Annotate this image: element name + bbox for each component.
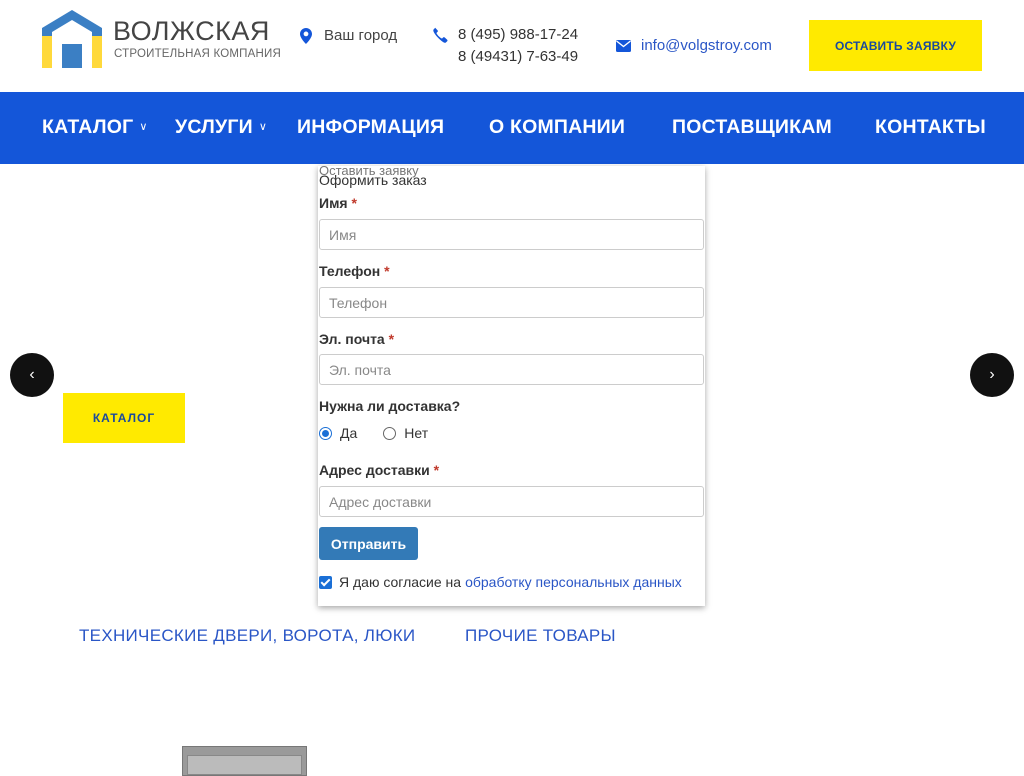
- privacy-policy-link[interactable]: обработку персональных данных: [465, 574, 682, 590]
- nav-item-about[interactable]: О КОМПАНИИ: [489, 116, 625, 139]
- tab-technical-doors[interactable]: ТЕХНИЧЕСКИЕ ДВЕРИ, ВОРОТА, ЛЮКИ: [79, 626, 415, 646]
- phone-block: 8 (495) 988-17-24 8 (49431) 7-63-49: [432, 26, 578, 65]
- tab-other-products[interactable]: ПРОЧИЕ ТОВАРЫ: [465, 626, 616, 646]
- required-mark: *: [384, 263, 390, 279]
- phone-icon: [433, 27, 448, 43]
- nav-item-label: О КОМПАНИИ: [489, 116, 626, 138]
- house-logo-icon[interactable]: [42, 10, 102, 68]
- brand-name[interactable]: ВОЛЖСКАЯ: [113, 16, 270, 47]
- required-mark: *: [433, 462, 440, 478]
- required-mark: *: [351, 195, 357, 211]
- address-label: Адрес доставки *: [319, 462, 439, 478]
- chevron-down-icon: ∨: [139, 121, 148, 133]
- city-label: Ваш город: [324, 27, 398, 44]
- chevron-down-icon: ∨: [258, 121, 268, 133]
- nav-item-label: ПОСТАВЩИКАМ: [672, 116, 832, 138]
- phone-label: Телефон *: [319, 263, 390, 279]
- slider-catalog-button[interactable]: КАТАЛОГ: [63, 393, 185, 443]
- order-form-popup: Оставить заявку Оформить заказ Имя * Тел…: [318, 166, 705, 606]
- consent-checkbox[interactable]: [319, 575, 332, 589]
- nav-item-suppliers[interactable]: ПОСТАВЩИКАМ: [672, 116, 832, 139]
- email-input[interactable]: [319, 354, 704, 385]
- chevron-right-icon: ›: [989, 366, 995, 383]
- phone-number-2[interactable]: 8 (49431) 7-63-49: [458, 48, 578, 65]
- nav-item-catalog[interactable]: КАТАЛОГ ∨: [42, 116, 148, 139]
- map-pin-icon: [300, 27, 312, 44]
- submit-button[interactable]: Отправить: [319, 527, 418, 560]
- nav-item-label: УСЛУГИ: [175, 116, 253, 138]
- nav-item-contacts[interactable]: КОНТАКТЫ: [875, 116, 986, 139]
- phone-input[interactable]: [319, 287, 704, 318]
- delivery-yes-radio[interactable]: [319, 426, 332, 440]
- envelope-icon: [616, 39, 631, 52]
- leave-request-button[interactable]: ОСТАВИТЬ ЗАЯВКУ: [809, 20, 982, 71]
- delivery-question: Нужна ли доставка?: [319, 398, 461, 414]
- product-thumbnail[interactable]: [182, 746, 307, 776]
- brand-subtitle: СТРОИТЕЛЬНАЯ КОМПАНИЯ: [114, 48, 281, 60]
- slider-next-button[interactable]: ›: [970, 353, 1014, 397]
- popup-title: Оформить заказ: [319, 172, 427, 188]
- name-label-text: Имя: [319, 195, 348, 211]
- main-nav: КАТАЛОГ ∨ УСЛУГИ ∨ ИНФОРМАЦИЯ О КОМПАНИИ…: [0, 92, 1024, 164]
- nav-item-label: КОНТАКТЫ: [875, 116, 986, 138]
- consent-row: Я даю согласие на обработку персональных…: [319, 574, 682, 590]
- delivery-yes-label[interactable]: Да: [340, 425, 357, 441]
- city-selector[interactable]: Ваш город: [300, 27, 397, 44]
- site-header: ВОЛЖСКАЯ СТРОИТЕЛЬНАЯ КОМПАНИЯ Ваш город…: [0, 0, 1024, 92]
- required-mark: *: [388, 331, 395, 347]
- consent-text: Я даю согласие на: [339, 574, 462, 590]
- address-label-text: Адрес доставки: [319, 462, 430, 478]
- delivery-radio-group: Да Нет: [319, 425, 428, 441]
- delivery-no-label[interactable]: Нет: [404, 425, 428, 441]
- delivery-no-radio[interactable]: [383, 426, 397, 440]
- nav-item-services[interactable]: УСЛУГИ ∨: [175, 116, 267, 139]
- email-label: Эл. почта *: [319, 331, 394, 347]
- phone-label-text: Телефон: [319, 263, 381, 279]
- email-address[interactable]: info@volgstroy.com: [641, 37, 772, 54]
- email-link[interactable]: info@volgstroy.com: [616, 37, 772, 54]
- name-input[interactable]: [319, 219, 704, 250]
- email-label-text: Эл. почта: [319, 331, 385, 347]
- nav-item-label: ИНФОРМАЦИЯ: [297, 116, 445, 138]
- address-input[interactable]: [319, 486, 704, 517]
- nav-item-information[interactable]: ИНФОРМАЦИЯ: [297, 116, 444, 139]
- phone-number-1[interactable]: 8 (495) 988-17-24: [458, 26, 578, 43]
- chevron-left-icon: ‹: [29, 366, 35, 383]
- name-label: Имя *: [319, 195, 357, 211]
- slider-prev-button[interactable]: ‹: [10, 353, 54, 397]
- nav-item-label: КАТАЛОГ: [42, 116, 134, 138]
